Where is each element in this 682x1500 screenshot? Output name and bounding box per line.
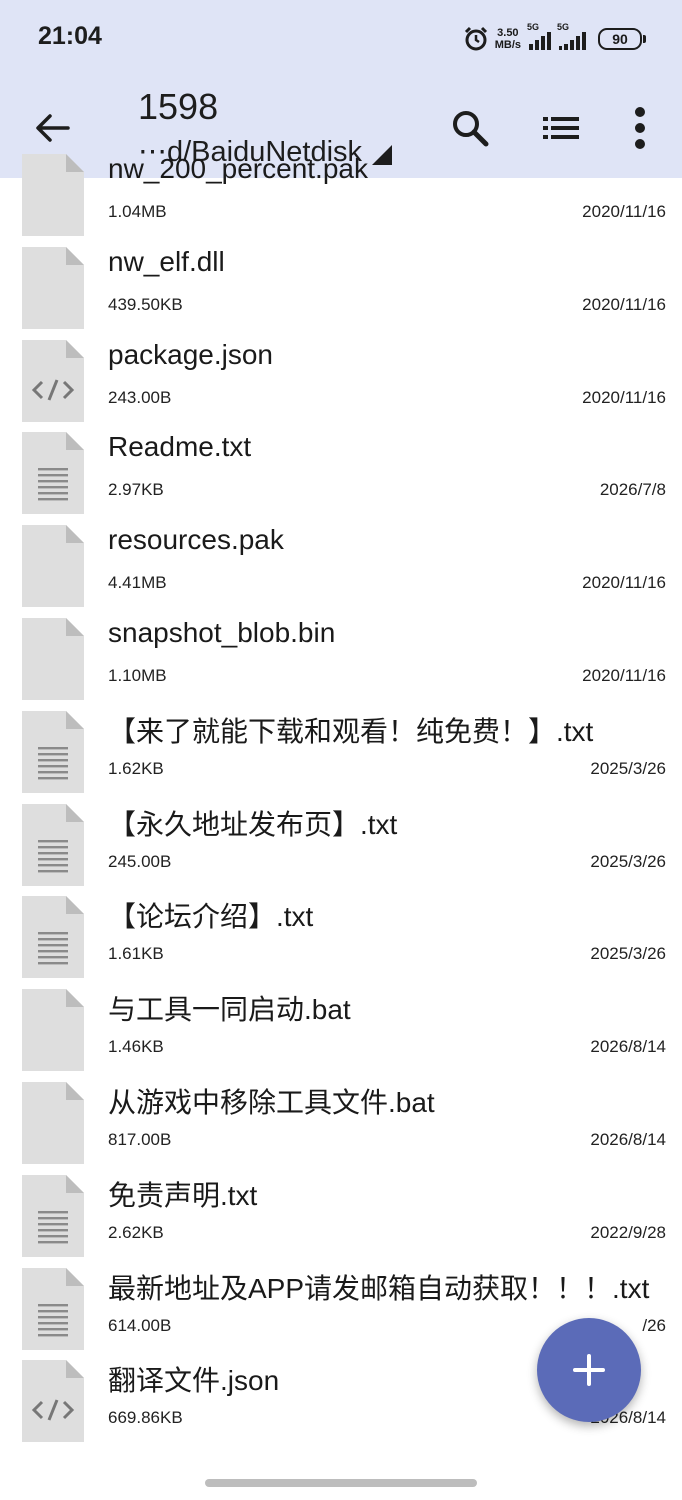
file-name: 最新地址及APP请发邮箱自动获取！！！.txt	[108, 1273, 650, 1304]
file-row[interactable]: nw_elf.dll 439.50KB 2020/11/16	[0, 242, 682, 335]
file-date: 2025/3/26	[590, 944, 666, 963]
file-row[interactable]: 【来了就能下载和观看！纯免费！】.txt 1.62KB 2025/3/26	[0, 706, 682, 799]
file-row[interactable]: 从游戏中移除工具文件.bat 817.00B 2026/8/14	[0, 1077, 682, 1170]
file-date: 2026/8/14	[590, 1037, 666, 1056]
text-file-icon	[22, 1175, 84, 1257]
add-button[interactable]	[537, 1318, 641, 1422]
file-name: 从游戏中移除工具文件.bat	[108, 1087, 435, 1118]
text-file-icon	[22, 896, 84, 978]
file-name: 与工具一同启动.bat	[108, 994, 351, 1025]
file-date: 2026/7/8	[599, 480, 666, 499]
file-icon	[22, 525, 84, 607]
sim1-label: 5G	[527, 22, 540, 32]
file-name: Readme.txt	[108, 431, 252, 462]
file-icon	[22, 247, 84, 329]
plus-icon	[573, 1354, 605, 1386]
file-date: 2020/11/16	[582, 202, 666, 221]
file-date: /26	[642, 1316, 666, 1335]
text-file-icon	[22, 1268, 84, 1350]
file-size: 817.00B	[108, 1130, 172, 1149]
file-date: 2020/11/16	[582, 666, 666, 685]
file-icon	[22, 989, 84, 1071]
file-icon	[22, 154, 84, 236]
file-size: 1.10MB	[108, 666, 167, 685]
file-name: 翻译文件.json	[108, 1365, 280, 1396]
file-name: 【永久地址发布页】.txt	[108, 809, 398, 840]
file-row[interactable]: 【论坛介绍】.txt 1.61KB 2025/3/26	[0, 891, 682, 984]
file-icon	[22, 1082, 84, 1164]
file-size: 243.00B	[108, 388, 172, 407]
status-time: 21:04	[38, 22, 102, 50]
file-size: 1.46KB	[108, 1037, 164, 1056]
file-size: 4.41MB	[108, 573, 167, 592]
file-row[interactable]: resources.pak 4.41MB 2020/11/16	[0, 520, 682, 613]
file-name: package.json	[108, 339, 274, 370]
network-speed: 3.50 MB/s	[495, 27, 521, 51]
code-file-icon	[22, 340, 84, 422]
file-icon	[22, 618, 84, 700]
back-arrow-icon[interactable]	[32, 108, 72, 148]
file-size: 245.00B	[108, 852, 172, 871]
list-view-button[interactable]	[537, 104, 585, 152]
file-row[interactable]: nw_200_percent.pak 1.04MB 2020/11/16	[0, 149, 682, 242]
file-row[interactable]: Readme.txt 2.97KB 2026/7/8	[0, 427, 682, 520]
file-date: 2026/8/14	[590, 1130, 666, 1149]
search-button[interactable]	[446, 104, 494, 152]
signal-icon: 5G	[527, 22, 551, 50]
file-size: 1.04MB	[108, 202, 167, 221]
file-date: 2025/3/26	[590, 852, 666, 871]
file-name: snapshot_blob.bin	[108, 617, 336, 648]
more-options-button[interactable]	[616, 104, 664, 152]
list-view-icon	[543, 117, 579, 139]
status-bar: 21:04 3.50 MB/s 5G 5G 90	[0, 0, 682, 78]
file-date: 2022/9/28	[590, 1223, 666, 1242]
alarm-icon	[464, 26, 487, 51]
file-size: 2.62KB	[108, 1223, 164, 1242]
gesture-handle	[205, 1479, 477, 1487]
file-date: 2025/3/26	[590, 759, 666, 778]
file-row[interactable]: 免责声明.txt 2.62KB 2022/9/28	[0, 1170, 682, 1263]
file-date: 2020/11/16	[582, 295, 666, 314]
more-vert-icon	[635, 107, 645, 149]
code-file-icon	[22, 1360, 84, 1442]
file-size: 439.50KB	[108, 295, 183, 314]
file-name: nw_elf.dll	[108, 246, 225, 277]
file-row[interactable]: 与工具一同启动.bat 1.46KB 2026/8/14	[0, 984, 682, 1077]
file-size: 614.00B	[108, 1316, 172, 1335]
file-date: 2020/11/16	[582, 573, 666, 592]
battery-level: 90	[612, 31, 628, 47]
status-icons: 3.50 MB/s 5G 5G 90	[463, 22, 646, 56]
battery-icon: 90	[598, 28, 646, 50]
file-name: resources.pak	[108, 524, 284, 555]
speed-unit: MB/s	[494, 39, 521, 51]
file-size: 669.86KB	[108, 1408, 183, 1427]
sim2-label: 5G	[557, 22, 570, 32]
file-name: nw_200_percent.pak	[108, 153, 368, 184]
file-row[interactable]: snapshot_blob.bin 1.10MB 2020/11/16	[0, 613, 682, 706]
text-file-icon	[22, 804, 84, 886]
file-row[interactable]: package.json 243.00B 2020/11/16	[0, 335, 682, 428]
file-name: 【来了就能下载和观看！纯免费！】.txt	[108, 716, 594, 747]
signal-icon: 5G	[557, 22, 586, 50]
file-name: 免责声明.txt	[108, 1180, 258, 1211]
file-date: 2020/11/16	[582, 388, 666, 407]
file-size: 1.62KB	[108, 759, 164, 778]
file-size: 1.61KB	[108, 944, 164, 963]
file-name: 【论坛介绍】.txt	[108, 901, 314, 932]
text-file-icon	[22, 432, 84, 514]
file-size: 2.97KB	[108, 480, 164, 499]
file-row[interactable]: 【永久地址发布页】.txt 245.00B 2025/3/26	[0, 799, 682, 892]
search-icon	[453, 111, 489, 147]
text-file-icon	[22, 711, 84, 793]
folder-title: 1598	[138, 86, 219, 127]
speed-value: 3.50	[497, 27, 519, 39]
